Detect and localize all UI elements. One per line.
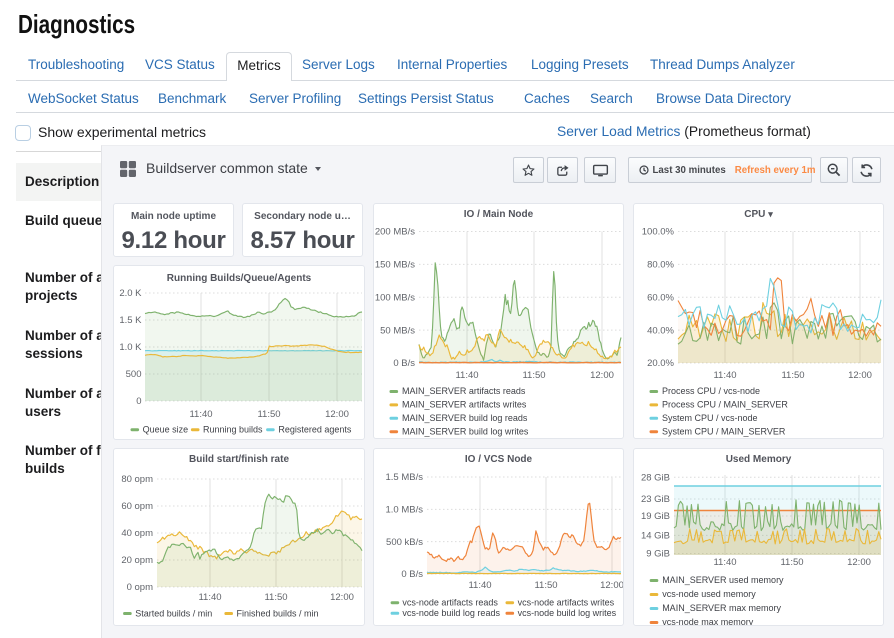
svg-text:Process CPU / MAIN_SERVER: Process CPU / MAIN_SERVER	[662, 400, 788, 410]
svg-text:MAIN_SERVER artifacts writes: MAIN_SERVER artifacts writes	[402, 400, 527, 410]
svg-text:11:40: 11:40	[468, 580, 491, 591]
svg-text:9 GiB: 9 GiB	[646, 549, 670, 560]
svg-text:50 MB/s: 50 MB/s	[380, 325, 415, 336]
svg-text:11:50: 11:50	[257, 409, 280, 420]
svg-text:vcs-node artifacts reads: vcs-node artifacts reads	[402, 598, 498, 608]
svg-text:1.0 K: 1.0 K	[119, 342, 142, 353]
svg-text:28 GiB: 28 GiB	[641, 473, 670, 484]
svg-text:100 MB/s: 100 MB/s	[375, 292, 415, 303]
svg-text:1.0 MB/s: 1.0 MB/s	[386, 505, 424, 516]
svg-text:500 kB/s: 500 kB/s	[386, 537, 423, 548]
svg-text:12:00: 12:00	[325, 409, 349, 420]
svg-text:0 B/s: 0 B/s	[393, 358, 415, 369]
svg-text:MAIN_SERVER max memory: MAIN_SERVER max memory	[662, 603, 781, 613]
svg-text:500: 500	[126, 369, 142, 380]
svg-text:12:00: 12:00	[330, 592, 354, 603]
svg-text:11:50: 11:50	[534, 580, 557, 591]
svg-text:11:50: 11:50	[781, 370, 804, 381]
svg-text:12:00: 12:00	[590, 370, 614, 381]
svg-text:Started builds / min: Started builds / min	[135, 608, 212, 618]
svg-text:vcs-node max memory: vcs-node max memory	[662, 617, 754, 625]
svg-text:19 GiB: 19 GiB	[641, 511, 670, 522]
svg-text:0: 0	[136, 396, 141, 407]
svg-text:MAIN_SERVER build log writes: MAIN_SERVER build log writes	[402, 426, 529, 436]
svg-text:MAIN_SERVER used memory: MAIN_SERVER used memory	[662, 575, 784, 585]
svg-text:0 opm: 0 opm	[127, 582, 153, 593]
svg-text:System CPU / vcs-node: System CPU / vcs-node	[662, 413, 758, 423]
svg-text:vcs-node artifacts writes: vcs-node artifacts writes	[518, 598, 615, 608]
svg-text:vcs-node build log writes: vcs-node build log writes	[518, 608, 617, 618]
svg-text:12:00: 12:00	[600, 580, 623, 591]
svg-text:0 B/s: 0 B/s	[401, 569, 423, 580]
svg-text:Finished builds / min: Finished builds / min	[237, 608, 319, 618]
svg-text:Running builds: Running builds	[203, 425, 263, 435]
svg-text:60 opm: 60 opm	[121, 501, 153, 512]
svg-text:Process CPU / vcs-node: Process CPU / vcs-node	[662, 386, 760, 396]
svg-text:11:40: 11:40	[455, 370, 478, 381]
svg-text:11:40: 11:40	[198, 592, 221, 603]
svg-text:1.5 K: 1.5 K	[119, 315, 142, 326]
svg-text:vcs-node used memory: vcs-node used memory	[662, 589, 756, 599]
svg-text:11:40: 11:40	[189, 409, 212, 420]
svg-text:1.5 MB/s: 1.5 MB/s	[386, 472, 424, 483]
svg-text:150 MB/s: 150 MB/s	[375, 260, 415, 271]
svg-text:14 GiB: 14 GiB	[641, 531, 670, 542]
svg-text:80 opm: 80 opm	[121, 474, 153, 485]
svg-text:40 opm: 40 opm	[121, 528, 153, 539]
svg-text:20.0%: 20.0%	[647, 358, 674, 369]
svg-text:Registered agents: Registered agents	[278, 425, 352, 435]
svg-text:11:40: 11:40	[713, 370, 736, 381]
svg-text:12:00: 12:00	[847, 557, 871, 568]
svg-text:2.0 K: 2.0 K	[119, 288, 142, 299]
svg-text:60.0%: 60.0%	[647, 292, 674, 303]
svg-text:vcs-node build log reads: vcs-node build log reads	[402, 608, 500, 618]
svg-text:Queue size: Queue size	[143, 425, 189, 435]
svg-text:40.0%: 40.0%	[647, 325, 674, 336]
svg-text:11:50: 11:50	[264, 592, 287, 603]
svg-text:11:40: 11:40	[713, 557, 736, 568]
svg-text:MAIN_SERVER build log reads: MAIN_SERVER build log reads	[402, 413, 528, 423]
svg-text:200 MB/s: 200 MB/s	[375, 227, 415, 238]
svg-text:System CPU / MAIN_SERVER: System CPU / MAIN_SERVER	[662, 426, 786, 436]
svg-text:11:50: 11:50	[780, 557, 803, 568]
svg-text:100.0%: 100.0%	[642, 227, 675, 238]
svg-text:23 GiB: 23 GiB	[641, 494, 670, 505]
svg-text:11:50: 11:50	[522, 370, 545, 381]
svg-text:12:00: 12:00	[848, 370, 872, 381]
svg-text:80.0%: 80.0%	[647, 260, 674, 271]
svg-text:20 opm: 20 opm	[121, 555, 153, 566]
svg-text:MAIN_SERVER artifacts reads: MAIN_SERVER artifacts reads	[402, 386, 526, 396]
